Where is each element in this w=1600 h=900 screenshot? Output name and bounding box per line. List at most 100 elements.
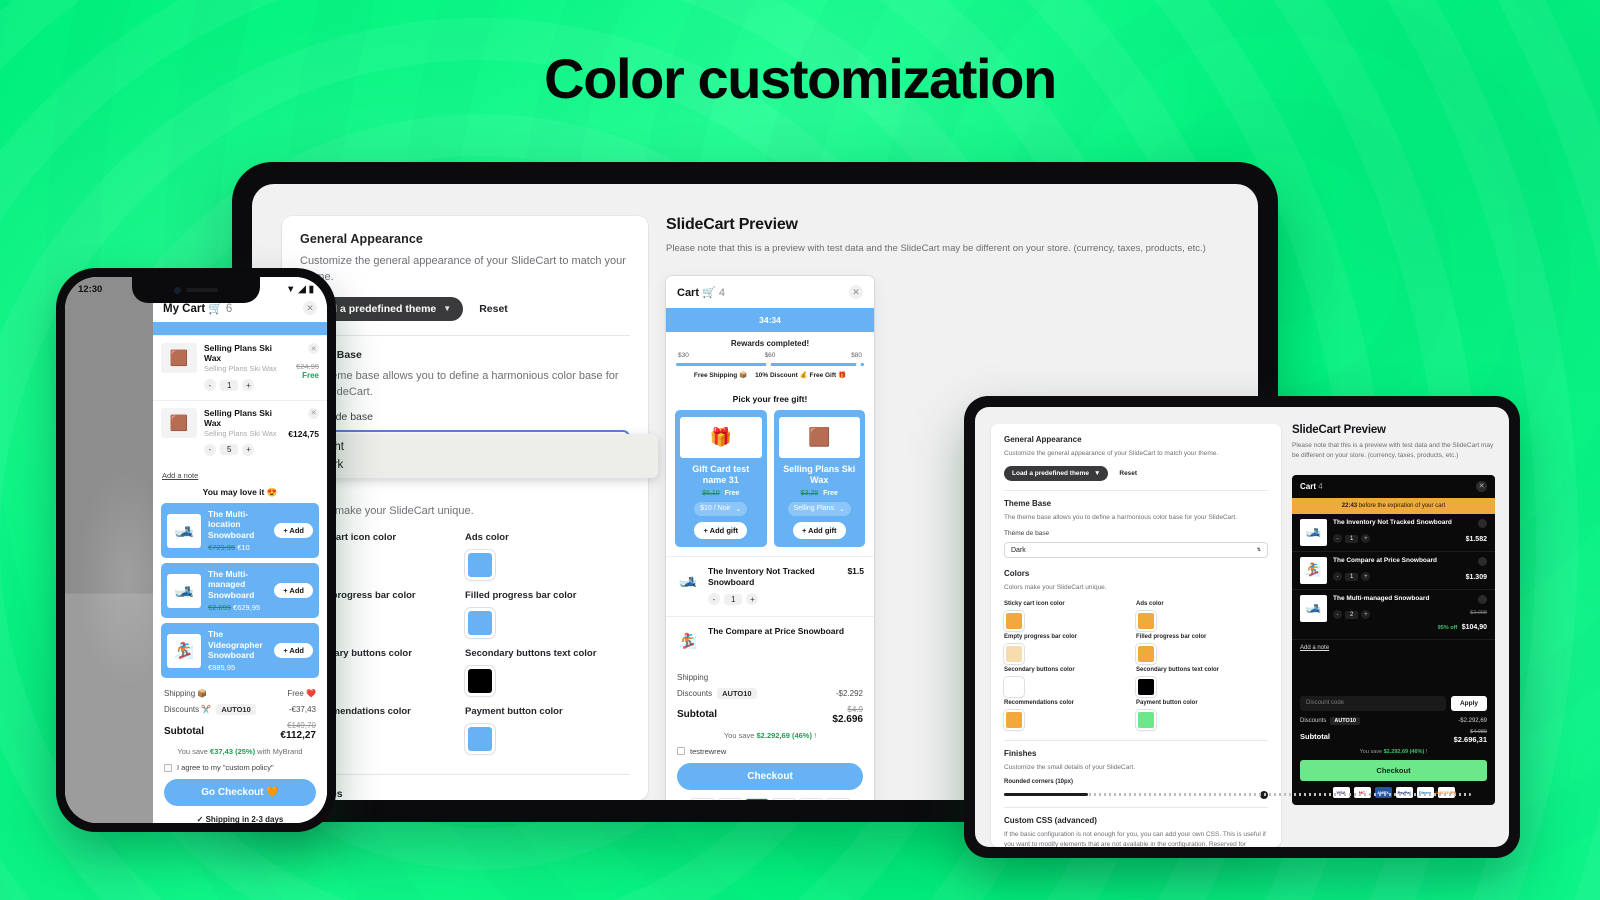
checkout-button-dark[interactable]: Checkout — [1300, 759, 1487, 781]
recommendation-card: 🏂 The Videographer Snowboard €885,95 + A… — [161, 623, 319, 679]
remove-item-icon[interactable] — [1478, 594, 1487, 604]
close-icon[interactable]: ✕ — [1476, 480, 1487, 492]
increment-button[interactable]: + — [1361, 610, 1371, 620]
apply-discount-button[interactable]: Apply — [1450, 695, 1487, 711]
product-price: $1.309 — [1465, 573, 1487, 581]
color-field-recommendations-2: Recommendations color — [1004, 700, 1136, 730]
add-product-button[interactable]: + Add — [274, 643, 313, 659]
discount-code-chip: AUTO10 — [216, 704, 256, 716]
quantity-value: 1 — [724, 593, 743, 605]
reset-button-2[interactable]: Reset — [1119, 470, 1137, 477]
rounded-corners-slider-2[interactable] — [1004, 790, 1472, 799]
product-price: €2.099 €629,95 — [208, 603, 267, 612]
color-swatch-payment-button-2[interactable] — [1136, 710, 1156, 730]
theme-base-option-light[interactable]: ✓ Light — [292, 438, 658, 456]
savings-amount: $2.292,69 (46%) — [756, 730, 812, 740]
terms-checkbox-row[interactable]: testrewrew — [677, 747, 863, 756]
color-swatch-empty-progress-bar-2[interactable] — [1004, 644, 1024, 664]
discount-code-row: Discount code Apply — [1292, 690, 1495, 717]
increment-button[interactable]: + — [242, 443, 255, 456]
theme-base-dropdown-menu[interactable]: ✓ Light Dark — [292, 433, 658, 478]
gift-variant-select[interactable]: $10 / Noir ⌄ — [694, 501, 748, 516]
load-predefined-theme-button-2[interactable]: Load a predefined theme ▼ — [1004, 465, 1109, 481]
cart-line-item-dark: 🎿 The Multi-managed Snowboard - 2 + $2.0… — [1292, 590, 1495, 640]
cart-title-dark: Cart 4 — [1300, 482, 1323, 491]
add-product-button[interactable]: + Add — [274, 583, 313, 599]
payment-icons: VISA MC AMEX PayPal Diners DISCOVER — [677, 798, 863, 800]
reset-button[interactable]: Reset — [479, 303, 508, 315]
color-swatch-filled-progress-bar-2[interactable] — [1136, 644, 1156, 664]
color-label: Ads color — [465, 531, 509, 543]
discounts-label: Discounts — [1300, 717, 1327, 724]
terms-checkbox-row[interactable]: I agree to my "custom policy" — [164, 763, 316, 772]
decrement-button[interactable]: - — [1333, 534, 1342, 544]
product-current-price: €10 — [237, 543, 250, 553]
remove-item-icon[interactable]: ✕ — [308, 407, 319, 419]
remove-item-icon[interactable] — [1478, 556, 1487, 566]
laptop-screen: General Appearance Customize the general… — [975, 407, 1509, 847]
color-field-payment-button-2: Payment button color — [1136, 700, 1268, 730]
add-note-link-dark[interactable]: Add a note — [1292, 640, 1495, 656]
quantity-value: 1 — [1345, 572, 1359, 581]
cart-line-item-dark: 🎿 The Inventory Not Tracked Snowboard - … — [1292, 514, 1495, 552]
checkout-button[interactable]: Checkout — [677, 762, 863, 790]
decrement-button[interactable]: - — [1333, 572, 1342, 582]
theme-base-select-2[interactable]: Dark ⇅ — [1004, 542, 1268, 559]
terms-checkbox[interactable] — [677, 747, 685, 756]
decrement-button[interactable]: - — [708, 593, 720, 606]
theme-base-heading-2: Theme Base — [1004, 498, 1052, 508]
cart-title-label-dark: Cart — [1300, 481, 1317, 491]
slider-track-2[interactable] — [1004, 793, 1472, 797]
product-name: The Videographer Snowboard — [208, 629, 263, 660]
decrement-button[interactable]: - — [1333, 610, 1342, 620]
increment-button[interactable]: + — [1361, 572, 1371, 582]
load-theme-label-2: Load a predefined theme — [1012, 469, 1089, 477]
finishes-heading: Finishes — [300, 788, 630, 800]
add-gift-button[interactable]: + Add gift — [694, 521, 747, 539]
custom-css-heading-2: Custom CSS (advanced) — [1004, 815, 1097, 825]
theme-base-desc-2: The theme base allows you to define a ha… — [1004, 513, 1238, 521]
product-thumbnail: 🏂 — [678, 632, 698, 650]
product-name: Selling Plans Ski Wax — [204, 407, 273, 428]
phone-screen: 12:30 ▼ ◢ ▮ My Cart 🛒 6 ✕ 🟫 Selling Plan… — [65, 277, 327, 823]
close-icon[interactable]: ✕ — [849, 285, 863, 300]
quantity-stepper[interactable]: - 1 + — [708, 593, 759, 606]
quantity-stepper[interactable]: - 1 + — [1333, 572, 1371, 582]
increment-button[interactable]: + — [746, 593, 759, 606]
quantity-stepper[interactable]: - 1 + — [1333, 534, 1371, 544]
add-gift-button[interactable]: + Add gift — [792, 521, 846, 539]
terms-checkbox[interactable] — [164, 763, 172, 772]
increment-button[interactable]: + — [1361, 534, 1371, 544]
color-swatch-recommendations-2[interactable] — [1004, 710, 1024, 730]
theme-base-option-dark[interactable]: Dark — [292, 456, 658, 474]
color-swatch-secondary-buttons-2[interactable] — [1004, 677, 1024, 697]
checkout-button[interactable]: Go Checkout 🧡 — [164, 779, 316, 807]
product-name: Selling Plans Ski Wax — [204, 343, 273, 363]
color-swatch-payment-button[interactable] — [465, 723, 495, 754]
color-field-filled-progress-bar: Filled progress bar color — [465, 590, 630, 638]
wifi-icon: ▼ — [286, 284, 296, 295]
color-swatch-secondary-buttons-text-2[interactable] — [1136, 677, 1156, 697]
decrement-button[interactable]: - — [204, 379, 216, 391]
product-price: €729,95 €10 — [208, 543, 267, 552]
color-swatch-filled-progress-bar[interactable] — [465, 607, 495, 638]
color-swatch-ads[interactable] — [465, 549, 495, 580]
increment-button[interactable]: + — [242, 379, 255, 391]
remove-item-icon[interactable]: ✕ — [308, 343, 319, 354]
quantity-stepper[interactable]: - 1 + — [204, 379, 255, 391]
gift-variant-select[interactable]: Selling Plans ⌄ — [787, 501, 851, 516]
gift-free-label: Free — [724, 489, 740, 497]
discount-code-input[interactable]: Discount code — [1300, 695, 1446, 711]
close-icon[interactable]: ✕ — [303, 301, 317, 315]
color-swatch-sticky-cart-icon-2[interactable] — [1004, 611, 1024, 631]
decrement-button[interactable]: - — [204, 443, 216, 456]
remove-item-icon[interactable] — [1478, 518, 1487, 528]
add-product-button[interactable]: + Add — [274, 523, 313, 539]
color-swatch-secondary-buttons-text[interactable] — [465, 665, 495, 696]
color-swatch-ads-2[interactable] — [1136, 611, 1156, 631]
shipping-label: Shipping 📦 — [164, 689, 208, 699]
add-note-link[interactable]: Add a note — [153, 464, 327, 484]
quantity-stepper[interactable]: - 5 + — [204, 443, 255, 456]
shipping-row: Shipping — [677, 673, 863, 682]
quantity-stepper[interactable]: - 2 + — [1333, 610, 1371, 620]
